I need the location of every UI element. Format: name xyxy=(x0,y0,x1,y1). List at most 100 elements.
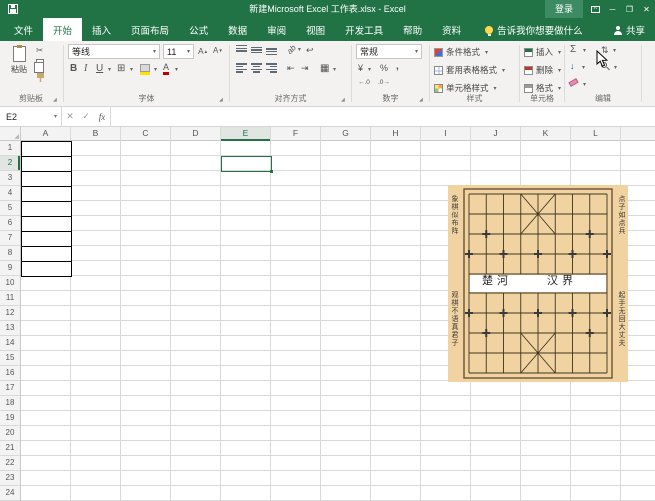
accounting-format-button[interactable]: ¥ xyxy=(358,63,363,73)
alignment-dialog-launcher[interactable]: ◢ xyxy=(341,97,345,103)
fill-button[interactable]: ↓ xyxy=(570,61,575,71)
row-header-17[interactable]: 17 xyxy=(0,381,20,396)
wrap-text-button[interactable]: ↩ xyxy=(306,45,314,56)
tab-2[interactable]: 插入 xyxy=(82,18,121,41)
sort-filter-dropdown[interactable]: ▾ xyxy=(613,47,616,54)
number-dialog-launcher[interactable]: ◢ xyxy=(419,97,423,103)
row-header-6[interactable]: 6 xyxy=(0,216,20,231)
cut-button[interactable]: ✂ xyxy=(36,45,43,56)
bordered-cell-A8[interactable] xyxy=(21,246,72,262)
row-header-23[interactable]: 23 xyxy=(0,471,20,486)
underline-button[interactable]: U xyxy=(96,63,103,74)
column-header-J[interactable]: J xyxy=(471,127,521,141)
row-header-20[interactable]: 20 xyxy=(0,426,20,441)
percent-style-button[interactable]: % xyxy=(380,63,388,73)
decrease-font-size-button[interactable]: A▼ xyxy=(213,46,223,55)
decrease-decimal-button[interactable]: .0→ xyxy=(378,79,390,86)
column-header-F[interactable]: F xyxy=(271,127,321,141)
align-center-button[interactable] xyxy=(251,63,262,73)
decrease-indent-button[interactable]: ⇤ xyxy=(287,63,295,74)
row-header-1[interactable]: 1 xyxy=(0,141,20,156)
ribbon-display-options-button[interactable] xyxy=(587,0,604,18)
tab-8[interactable]: 开发工具 xyxy=(335,18,393,41)
tab-10[interactable]: 资料 xyxy=(432,18,471,41)
bold-button[interactable]: B xyxy=(70,63,77,74)
row-header-12[interactable]: 12 xyxy=(0,306,20,321)
tab-file[interactable]: 文件 xyxy=(4,18,43,41)
save-icon[interactable] xyxy=(8,4,18,14)
column-header-A[interactable]: A xyxy=(21,127,71,141)
row-header-7[interactable]: 7 xyxy=(0,231,20,246)
cancel-entry-button[interactable]: ✕ xyxy=(62,111,78,122)
tab-4[interactable]: 公式 xyxy=(179,18,218,41)
borders-button[interactable]: ⊞ xyxy=(117,63,125,74)
bordered-cell-A6[interactable] xyxy=(21,216,72,232)
comma-style-button[interactable]: , xyxy=(396,61,399,72)
increase-indent-button[interactable]: ⇥ xyxy=(301,63,309,74)
bordered-cell-A3[interactable] xyxy=(21,171,72,187)
row-header-13[interactable]: 13 xyxy=(0,321,20,336)
name-box[interactable]: E2 ▾ xyxy=(0,107,62,126)
accounting-format-dropdown[interactable]: ▾ xyxy=(368,66,371,73)
row-header-15[interactable]: 15 xyxy=(0,351,20,366)
column-header-I[interactable]: I xyxy=(421,127,471,141)
orientation-button[interactable]: ab▾ xyxy=(287,45,301,54)
align-bottom-button[interactable] xyxy=(266,45,277,55)
confirm-entry-button[interactable]: ✓ xyxy=(78,111,94,122)
conditional-formatting-button[interactable]: 条件格式 ▾ xyxy=(434,44,488,60)
row-header-11[interactable]: 11 xyxy=(0,291,20,306)
number-format-combo[interactable]: 常规▾ xyxy=(356,44,422,59)
format-painter-button[interactable] xyxy=(37,73,44,82)
share-button[interactable]: 共享 xyxy=(614,18,645,41)
column-header-B[interactable]: B xyxy=(71,127,121,141)
row-header-2[interactable]: 2 xyxy=(0,156,20,171)
minimize-button[interactable]: ─ xyxy=(604,0,621,18)
font-color-button[interactable]: A xyxy=(163,63,169,72)
font-name-combo[interactable]: 等线▾ xyxy=(68,44,160,59)
underline-dropdown[interactable]: ▾ xyxy=(108,66,111,73)
sort-filter-button[interactable]: ⇅ xyxy=(601,45,609,56)
select-all-button[interactable]: ◢ xyxy=(0,127,21,141)
align-left-button[interactable] xyxy=(236,63,247,73)
align-right-button[interactable] xyxy=(266,63,277,73)
row-header-14[interactable]: 14 xyxy=(0,336,20,351)
tab-3[interactable]: 页面布局 xyxy=(121,18,179,41)
row-header-16[interactable]: 16 xyxy=(0,366,20,381)
italic-button[interactable]: I xyxy=(84,63,87,74)
column-header-D[interactable]: D xyxy=(171,127,221,141)
tab-9[interactable]: 帮助 xyxy=(393,18,432,41)
find-select-button[interactable] xyxy=(601,62,607,68)
font-size-combo[interactable]: 11▾ xyxy=(163,44,194,59)
copy-button[interactable] xyxy=(36,59,44,68)
autosum-dropdown[interactable]: ▾ xyxy=(583,47,586,54)
column-header-E[interactable]: E xyxy=(221,127,271,141)
column-header-partial[interactable] xyxy=(621,127,655,141)
align-top-button[interactable] xyxy=(236,45,247,55)
row-header-19[interactable]: 19 xyxy=(0,411,20,426)
font-dialog-launcher[interactable]: ◢ xyxy=(219,97,223,103)
row-header-3[interactable]: 3 xyxy=(0,171,20,186)
column-header-C[interactable]: C xyxy=(121,127,171,141)
clear-dropdown[interactable]: ▾ xyxy=(583,81,586,88)
formula-input[interactable] xyxy=(111,107,655,126)
row-header-22[interactable]: 22 xyxy=(0,456,20,471)
bordered-cell-A4[interactable] xyxy=(21,186,72,202)
bordered-cell-A9[interactable] xyxy=(21,261,72,277)
column-header-K[interactable]: K xyxy=(521,127,571,141)
tab-5[interactable]: 数据 xyxy=(218,18,257,41)
tab-7[interactable]: 视图 xyxy=(296,18,335,41)
row-header-18[interactable]: 18 xyxy=(0,396,20,411)
tell-me-box[interactable]: 告诉我你想要做什么 xyxy=(485,18,583,41)
bordered-cell-A2[interactable] xyxy=(21,156,72,172)
row-header-10[interactable]: 10 xyxy=(0,276,20,291)
font-color-dropdown[interactable]: ▾ xyxy=(175,66,178,73)
chessboard-image[interactable]: 象棋似布阵 点子如点兵 观棋不语真君子 起手无回大丈夫 楚河 汉界 xyxy=(448,185,628,382)
format-as-table-button[interactable]: 套用表格格式 ▾ xyxy=(434,62,505,78)
sheet-grid[interactable]: 象棋似布阵 点子如点兵 观棋不语真君子 起手无回大丈夫 楚河 汉界 xyxy=(21,141,655,501)
row-header-8[interactable]: 8 xyxy=(0,246,20,261)
clear-button[interactable] xyxy=(569,80,578,85)
row-header-24[interactable]: 24 xyxy=(0,486,20,501)
bordered-cell-A5[interactable] xyxy=(21,201,72,217)
close-button[interactable]: ✕ xyxy=(638,0,655,18)
bordered-cell-A1[interactable] xyxy=(21,141,72,157)
